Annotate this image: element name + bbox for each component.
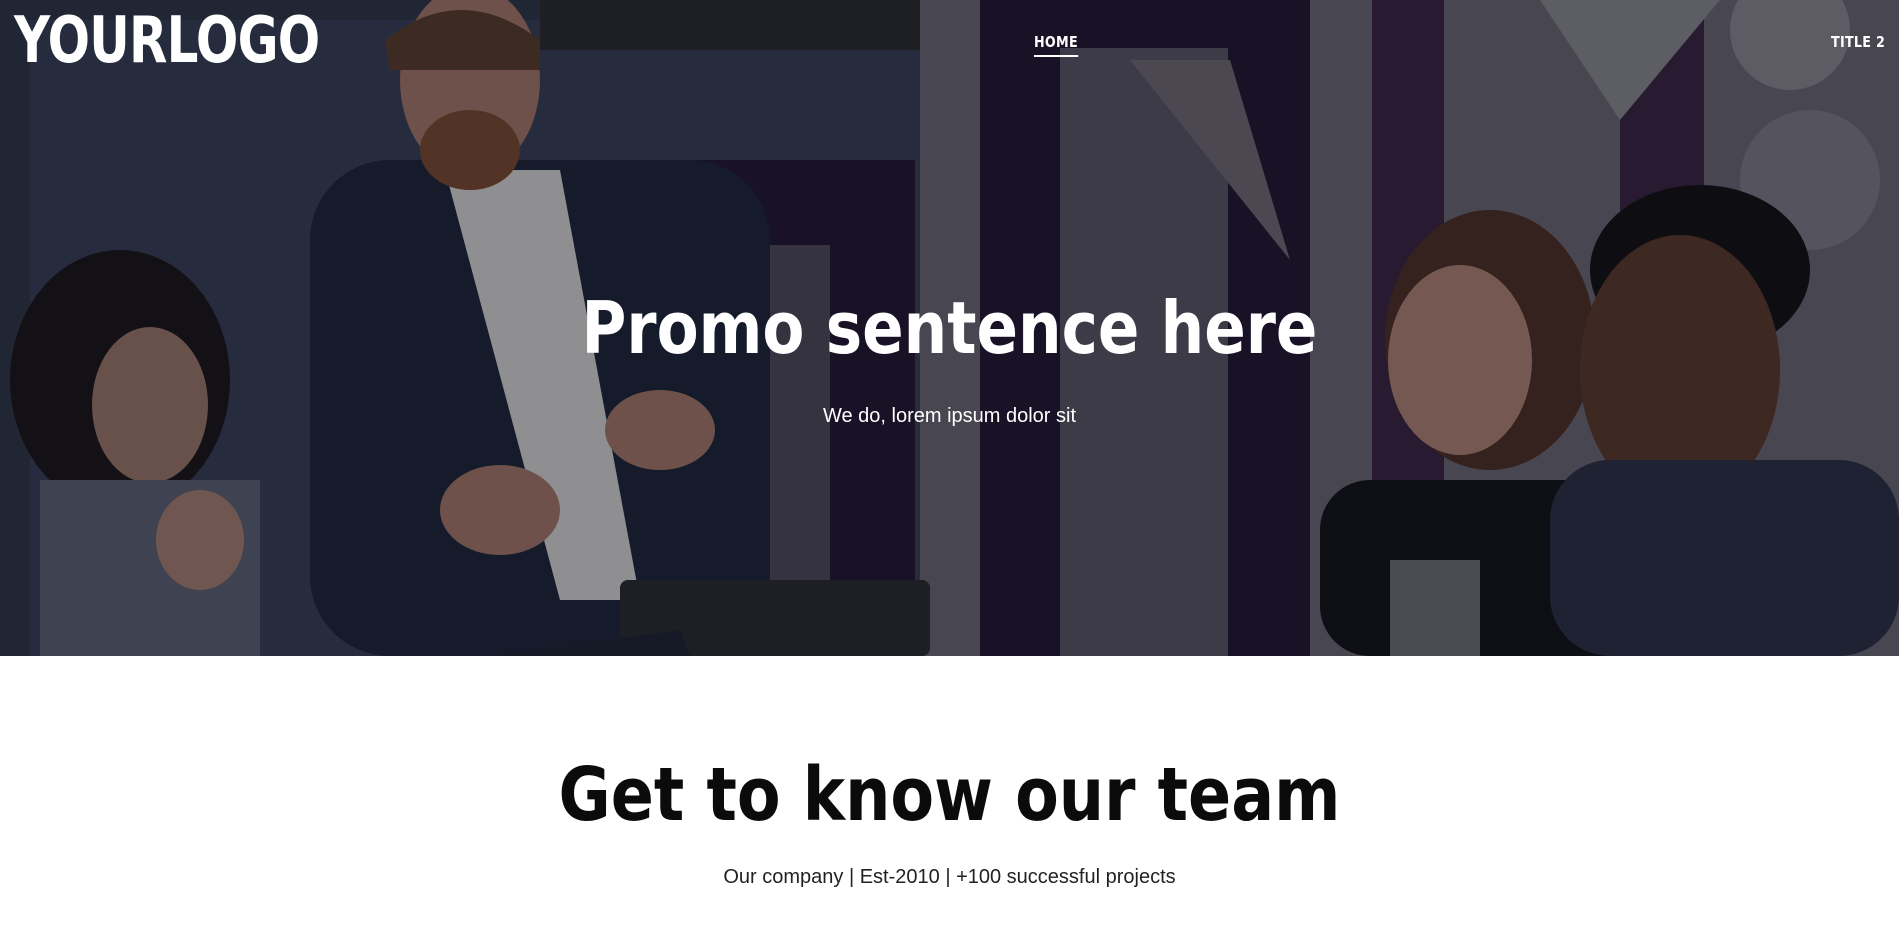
hero-subheadline: We do, lorem ipsum dolor sit <box>822 405 1077 427</box>
hero-section: YOURLOGO HOME TITLE 2 Promo sentence her… <box>0 0 1899 656</box>
nav-item-title-2[interactable]: TITLE 2 <box>1831 33 1885 51</box>
team-section-title: Get to know our team <box>558 752 1341 838</box>
nav-item-home[interactable]: HOME <box>1034 33 1078 57</box>
hero-headline: Promo sentence here <box>581 286 1318 370</box>
site-logo[interactable]: YOURLOGO <box>14 4 320 78</box>
team-section-subtitle: Our company | Est-2010 | +100 successful… <box>723 866 1176 888</box>
